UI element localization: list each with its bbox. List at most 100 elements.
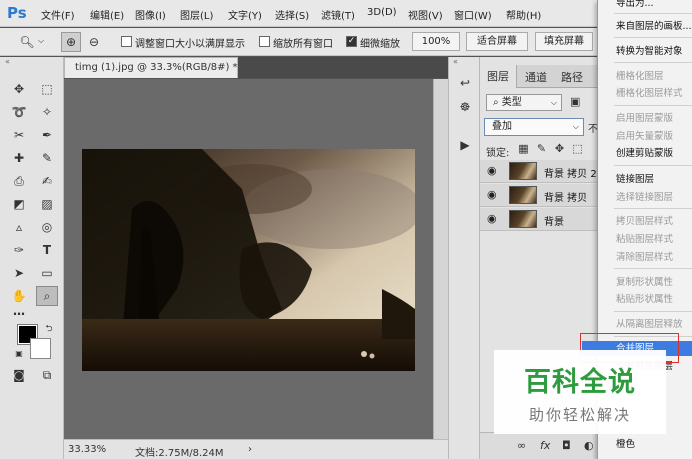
adjustment-layer-icon[interactable]: ◐: [584, 439, 594, 452]
lock-position-icon[interactable]: ✥: [553, 142, 566, 155]
more-tools-icon[interactable]: …: [8, 301, 30, 321]
collapse-icon[interactable]: «: [453, 57, 458, 66]
chevron-down-icon[interactable]: ⌵: [38, 36, 44, 46]
menu-edit[interactable]: 编辑(E): [90, 7, 124, 22]
layer-style-icon[interactable]: fx: [540, 439, 550, 452]
lock-transparent-icon[interactable]: ▦: [517, 142, 530, 155]
brush-tool-icon[interactable]: ✎: [36, 148, 58, 168]
history-brush-tool-icon[interactable]: ✍: [36, 171, 58, 191]
zoom-tool-preset-icon[interactable]: 🔍︎: [17, 32, 37, 52]
layer-name[interactable]: 背景 拷贝 2: [544, 165, 597, 180]
menu-file[interactable]: 文件(F): [41, 7, 75, 22]
history-panel-icon[interactable]: ↩: [456, 74, 474, 92]
path-selection-tool-icon[interactable]: ➤: [8, 263, 30, 283]
menu-separator: [614, 37, 692, 38]
move-tool-icon[interactable]: ✥: [8, 79, 30, 99]
tab-paths[interactable]: 路径: [561, 69, 583, 85]
menu-window[interactable]: 窗口(W): [454, 7, 492, 22]
status-bar: 33.33% 文档:2.75M/8.24M ›: [64, 439, 448, 459]
screen-mode-icon[interactable]: ⧉: [36, 365, 58, 385]
layer-name[interactable]: 背景 拷贝: [544, 189, 587, 204]
fill-screen-button[interactable]: 填充屏幕: [535, 32, 593, 51]
menu-image[interactable]: 图像(I): [135, 7, 166, 22]
crop-tool-icon[interactable]: ✂: [8, 125, 30, 145]
menu-item-copy-layer-style: 拷贝图层样式: [616, 216, 674, 227]
eraser-tool-icon[interactable]: ◩: [8, 194, 30, 214]
menu-select[interactable]: 选择(S): [275, 7, 309, 22]
menu-item-color-orange[interactable]: 橙色: [598, 437, 692, 452]
fit-screen-button[interactable]: 适合屏幕: [466, 32, 528, 51]
scrubby-zoom-checkbox[interactable]: ✓: [346, 36, 357, 47]
blend-mode-select[interactable]: 叠加 ⌵: [484, 118, 584, 136]
healing-brush-tool-icon[interactable]: ✚: [8, 148, 30, 168]
resize-windows-checkbox[interactable]: [121, 36, 132, 47]
link-layers-icon[interactable]: ∞: [517, 439, 526, 452]
clone-stamp-tool-icon[interactable]: ⎙: [8, 171, 30, 191]
menu-layer[interactable]: 图层(L): [180, 7, 213, 22]
play-action-icon[interactable]: ▶: [456, 136, 474, 154]
menu-filter[interactable]: 滤镜(T): [321, 7, 355, 22]
marquee-tool-icon[interactable]: ⬚: [36, 79, 58, 99]
vertical-scrollbar[interactable]: [433, 79, 448, 439]
document-image[interactable]: [82, 149, 415, 371]
search-icon: ⌕: [493, 97, 499, 108]
swap-colors-icon[interactable]: ⮌: [38, 319, 60, 339]
zoom-100-button[interactable]: 100%: [412, 32, 460, 51]
visibility-eye-icon[interactable]: ◉: [487, 188, 497, 201]
layer-thumbnail: [509, 186, 537, 204]
menu-item-enable-vector-mask: 启用矢量蒙版: [616, 131, 674, 142]
status-menu-arrow-icon[interactable]: ›: [248, 444, 252, 455]
properties-panel-icon[interactable]: ☸: [456, 98, 474, 116]
pen-tool-icon[interactable]: ✑: [8, 240, 30, 260]
collapse-icon[interactable]: «: [5, 57, 10, 66]
menu-separator: [614, 208, 692, 209]
menu-item-clear-layer-style: 清除图层样式: [616, 252, 674, 263]
background-color-swatch[interactable]: [30, 338, 51, 359]
magic-wand-tool-icon[interactable]: ✧: [36, 102, 58, 122]
menu-item-link-layers[interactable]: 链接图层: [598, 172, 692, 187]
menu-help[interactable]: 帮助(H): [506, 7, 541, 22]
lasso-tool-icon[interactable]: ➰: [8, 102, 30, 122]
chevron-down-icon: ⌵: [572, 122, 579, 131]
menu-item-convert-smart-object[interactable]: 转换为智能对象: [598, 44, 692, 59]
dodge-tool-icon[interactable]: ◎: [36, 217, 58, 237]
tab-channels[interactable]: 通道: [525, 69, 547, 85]
visibility-eye-icon[interactable]: ◉: [487, 164, 497, 177]
zoom-out-icon[interactable]: ⊖: [84, 32, 104, 52]
menu-item-artboard-from-layers[interactable]: 来自图层的画板...: [598, 19, 692, 34]
document-tab-title: timg (1).jpg @ 33.3%(RGB/8#) *: [75, 62, 238, 73]
document-tab[interactable]: timg (1).jpg @ 33.3%(RGB/8#) *: [64, 57, 238, 78]
menu-type[interactable]: 文字(Y): [228, 7, 262, 22]
zoom-tool-icon[interactable]: ⌕: [36, 286, 58, 306]
menu-bar: Ps 文件(F) 编辑(E) 图像(I) 图层(L) 文字(Y) 选择(S) 滤…: [0, 0, 692, 27]
blur-tool-icon[interactable]: ▵: [8, 217, 30, 237]
menu-3d[interactable]: 3D(D): [367, 7, 397, 18]
watermark-logo: 百科全说 助你轻松解决: [494, 350, 666, 434]
type-tool-icon[interactable]: T: [36, 240, 58, 260]
menu-separator: [614, 311, 692, 312]
zoom-in-icon[interactable]: ⊕: [61, 32, 81, 52]
zoom-all-windows-checkbox[interactable]: [259, 36, 270, 47]
tab-layers[interactable]: 图层: [480, 65, 517, 88]
menu-item-release-isolation: 从隔离图层释放: [616, 319, 683, 330]
image-filter-icon[interactable]: ▣: [570, 95, 580, 108]
gradient-tool-icon[interactable]: ▨: [36, 194, 58, 214]
quick-mask-icon[interactable]: ◙: [8, 365, 30, 385]
layer-thumbnail: [509, 162, 537, 180]
menu-view[interactable]: 视图(V): [408, 7, 443, 22]
layer-name[interactable]: 背景: [544, 213, 564, 228]
menu-item-create-clipping-mask[interactable]: 创建剪贴蒙版: [598, 146, 692, 161]
collapsed-panels-column: « ↩ ☸ ▶: [448, 57, 480, 459]
lock-paint-icon[interactable]: ✎: [535, 142, 548, 155]
rectangle-tool-icon[interactable]: ▭: [36, 263, 58, 283]
default-colors-icon[interactable]: ▣: [8, 344, 30, 364]
lock-artboard-icon[interactable]: ⬚: [571, 142, 584, 155]
layer-filter-select[interactable]: ⌕ 类型 ⌵: [486, 94, 562, 111]
zoom-level[interactable]: 33.33%: [68, 444, 106, 455]
photoshop-logo[interactable]: Ps: [7, 4, 27, 22]
menu-separator: [614, 62, 692, 63]
add-mask-icon[interactable]: ◘: [562, 439, 571, 452]
menu-item-export-as[interactable]: 导出为...: [598, 0, 692, 11]
visibility-eye-icon[interactable]: ◉: [487, 212, 497, 225]
eyedropper-tool-icon[interactable]: ✒: [36, 125, 58, 145]
